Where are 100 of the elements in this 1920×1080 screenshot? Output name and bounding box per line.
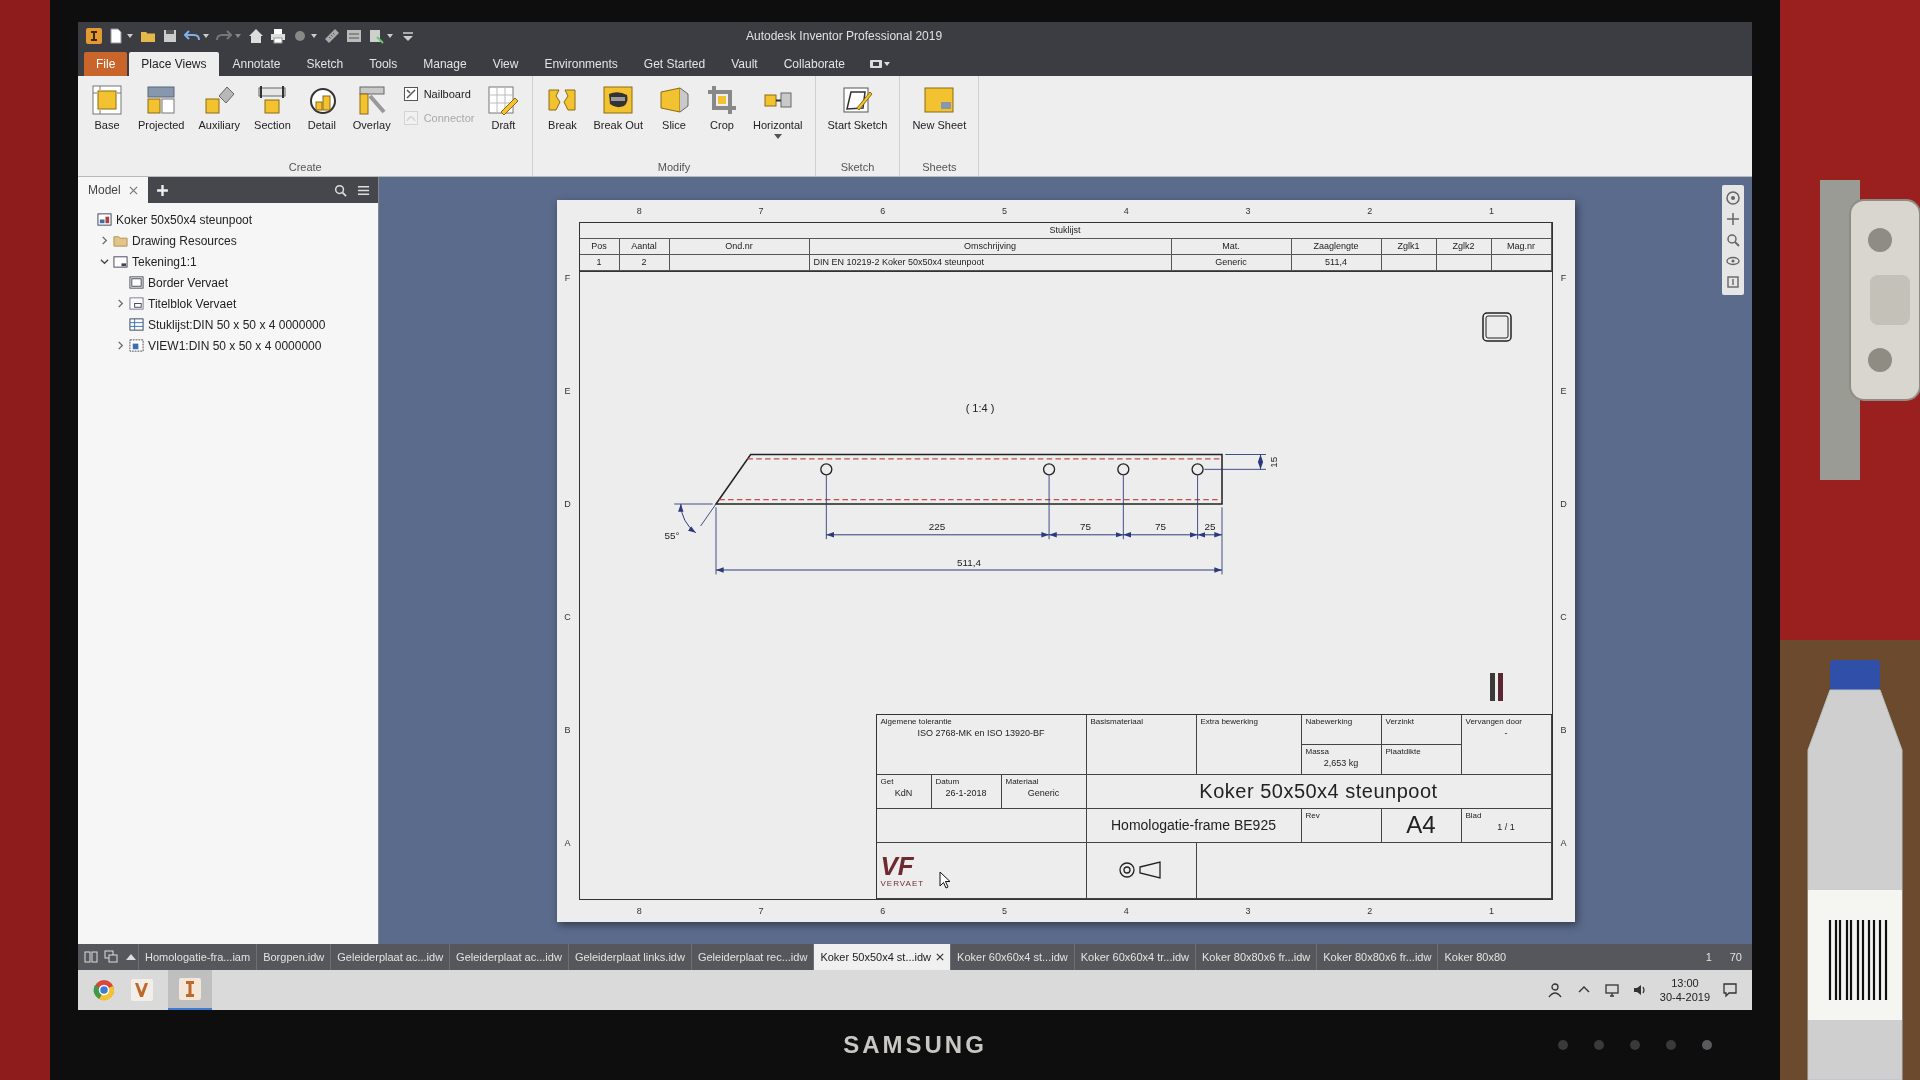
notification-icon[interactable] [1722, 982, 1738, 998]
panel-toggle-icon[interactable] [869, 58, 891, 70]
app-tile-icon[interactable] [130, 978, 154, 1002]
field-label: Algemene tolerantie [880, 716, 953, 726]
view-layout-icon [145, 84, 178, 116]
chevron-right-icon[interactable] [100, 236, 109, 245]
circle-app-icon[interactable] [92, 978, 116, 1002]
ribbon-tab[interactable]: Place Views [129, 52, 219, 76]
ruler-icon[interactable] [324, 28, 340, 44]
ribbon-tab[interactable]: Vault [719, 52, 770, 76]
cascade-windows-icon[interactable] [104, 950, 118, 964]
app-logo-icon[interactable] [86, 28, 102, 44]
crop-icon [705, 84, 738, 116]
drawing-file-icon [97, 212, 112, 227]
table-title: Stuklijst [579, 222, 1552, 239]
nailboard-icon [402, 86, 419, 102]
tile-windows-icon[interactable] [84, 950, 98, 964]
zone-label: 3 [1245, 205, 1251, 216]
print-icon[interactable] [270, 28, 286, 44]
ribbon-tab[interactable]: Manage [411, 52, 479, 76]
ribbon-tab[interactable]: Get Started [631, 52, 718, 76]
chevron-right-icon[interactable] [116, 299, 125, 308]
extension-line [1122, 474, 1124, 540]
ribbon-tab[interactable]: View [480, 52, 531, 76]
zone-label: 4 [1123, 205, 1129, 216]
table-cell: Generic [1171, 254, 1292, 271]
table-cell [1436, 254, 1492, 271]
zoom-icon[interactable] [1726, 233, 1740, 247]
pan-icon[interactable] [1726, 212, 1740, 226]
zone-label: 1 [1489, 905, 1495, 916]
column-header: Mat. [1171, 238, 1292, 255]
hole [1042, 462, 1055, 475]
dimension-text: 15 [1267, 456, 1279, 468]
speaker-icon[interactable] [1631, 982, 1648, 998]
ribbon-tab[interactable]: Collaborate [771, 52, 857, 76]
hole [1116, 462, 1129, 475]
ribbon-tab[interactable]: Annotate [220, 52, 293, 76]
extension-line [1196, 474, 1198, 540]
ribbon-tab[interactable]: Tools [357, 52, 410, 76]
zone-label: 6 [880, 905, 886, 916]
table-cell: 1 [579, 254, 620, 271]
document-tab[interactable]: Koker 50x50x4 st...idw [813, 944, 951, 970]
caret-icon[interactable] [386, 32, 394, 40]
section-view-icon [256, 84, 289, 116]
logo-mark: VF [880, 852, 914, 879]
mouse-cursor-icon [938, 870, 951, 889]
frame-border-icon [129, 275, 144, 290]
menu-icon[interactable] [357, 183, 370, 197]
person-icon[interactable] [1547, 982, 1564, 998]
orbit-icon[interactable] [1726, 254, 1740, 268]
new-file-icon[interactable] [108, 28, 124, 44]
ring-dot-icon[interactable] [1726, 191, 1740, 205]
chevron-right-icon[interactable] [116, 341, 125, 350]
field-value: KdN [893, 787, 914, 798]
framed-bar-icon[interactable] [1726, 275, 1740, 289]
extension-line [825, 474, 827, 540]
home-icon[interactable] [248, 28, 264, 44]
search-icon[interactable] [334, 183, 347, 197]
field-label: Extra bewerking [1200, 716, 1259, 726]
app-tile-icon[interactable] [178, 977, 202, 1001]
caret-icon[interactable] [126, 32, 134, 40]
zone-label: B [1560, 725, 1567, 735]
chevron-down-icon[interactable] [100, 257, 109, 266]
sheet-icon [113, 254, 128, 269]
ribbon-tab[interactable]: Environments [532, 52, 630, 76]
ribbon-tab[interactable]: Sketch [294, 52, 356, 76]
plus-icon[interactable] [155, 183, 169, 197]
panel-label: Sketch [839, 160, 876, 175]
column-header: Ond.nr [669, 238, 810, 255]
table-cell: 511,4 [1291, 254, 1382, 271]
dimension-line [1257, 453, 1263, 470]
power-button[interactable] [1702, 1040, 1712, 1050]
double-bar-icon [1488, 671, 1505, 702]
zone-label: 4 [1123, 905, 1129, 916]
zone-label: E [564, 386, 571, 396]
ribbon-tab[interactable]: File [84, 52, 128, 76]
document-icon[interactable] [368, 28, 384, 44]
column-header: Zglk1 [1381, 238, 1437, 255]
network-icon[interactable] [1603, 982, 1620, 998]
field-value: 26-1-2018 [944, 787, 988, 798]
field-value: 2,653 kg [1322, 757, 1360, 768]
save-icon[interactable] [162, 28, 178, 44]
clock-time: 13:00 [1671, 975, 1699, 990]
close-icon[interactable] [936, 953, 945, 961]
field-label: Materiaal [1005, 776, 1040, 786]
caret-icon [773, 134, 782, 139]
list-icon[interactable] [346, 28, 362, 44]
panel-label: Create [287, 160, 323, 175]
zone-label: D [1560, 499, 1567, 509]
active-app-tile[interactable] [168, 970, 212, 1010]
field-label: Datum [935, 776, 961, 786]
zone-label: F [564, 273, 571, 283]
field-label: Vervangen door [1465, 716, 1523, 726]
caret-icon[interactable] [202, 32, 210, 40]
zone-label: F [1560, 273, 1567, 283]
dot-icon[interactable] [292, 28, 308, 44]
sheet-format: A4 [1406, 811, 1436, 839]
field-value: Generic [1026, 787, 1061, 798]
caret-icon[interactable] [310, 32, 318, 40]
caret-icon[interactable] [234, 32, 242, 40]
